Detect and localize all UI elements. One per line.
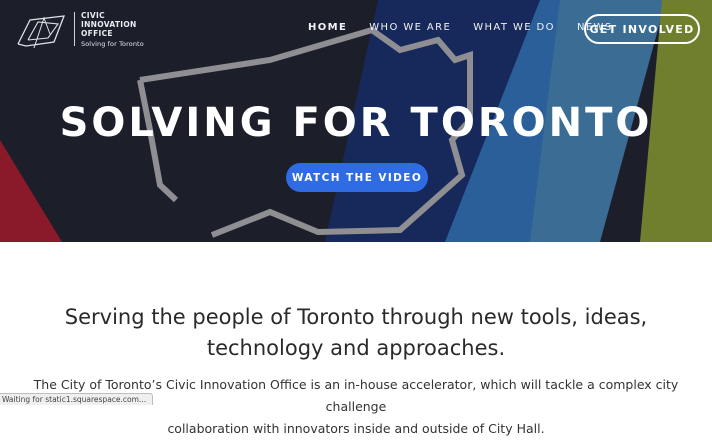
intro-headline: Serving the people of Toronto through ne… (40, 302, 672, 364)
logo-line-civic: CIVIC (81, 11, 105, 20)
civic-innovation-logo[interactable]: CIVIC INNOVATION OFFICE Solving for Toro… (14, 10, 144, 52)
nav-who-we-are[interactable]: WHO WE ARE (369, 22, 451, 33)
logo-mark-icon (17, 15, 65, 49)
browser-status-bar: Waiting for static1.squarespace.com... (0, 393, 154, 405)
nav-home[interactable]: HOME (308, 22, 347, 33)
hero-banner: CIVIC INNOVATION OFFICE Solving for Toro… (0, 0, 712, 242)
nav-what-we-do[interactable]: WHAT WE DO (473, 22, 555, 33)
logo-text: CIVIC INNOVATION OFFICE Solving for Toro… (81, 11, 144, 49)
paragraph-line-2: collaboration with innovators inside and… (167, 421, 545, 436)
logo-line-office: OFFICE (81, 29, 113, 38)
headline-line-1: Serving the people of Toronto through ne… (64, 305, 648, 329)
watch-video-button[interactable]: WATCH THE VIDEO (286, 163, 428, 192)
intro-paragraph: The City of Toronto’s Civic Innovation O… (20, 374, 692, 440)
logo-tagline: Solving for Toronto (81, 40, 144, 48)
hero-title: SOLVING FOR TORONTO (59, 100, 653, 146)
logo-line-innovation: INNOVATION (81, 20, 137, 29)
headline-line-2: technology and approaches. (206, 336, 506, 360)
get-involved-button[interactable]: GET INVOLVED (584, 14, 700, 44)
logo-divider (74, 12, 75, 46)
